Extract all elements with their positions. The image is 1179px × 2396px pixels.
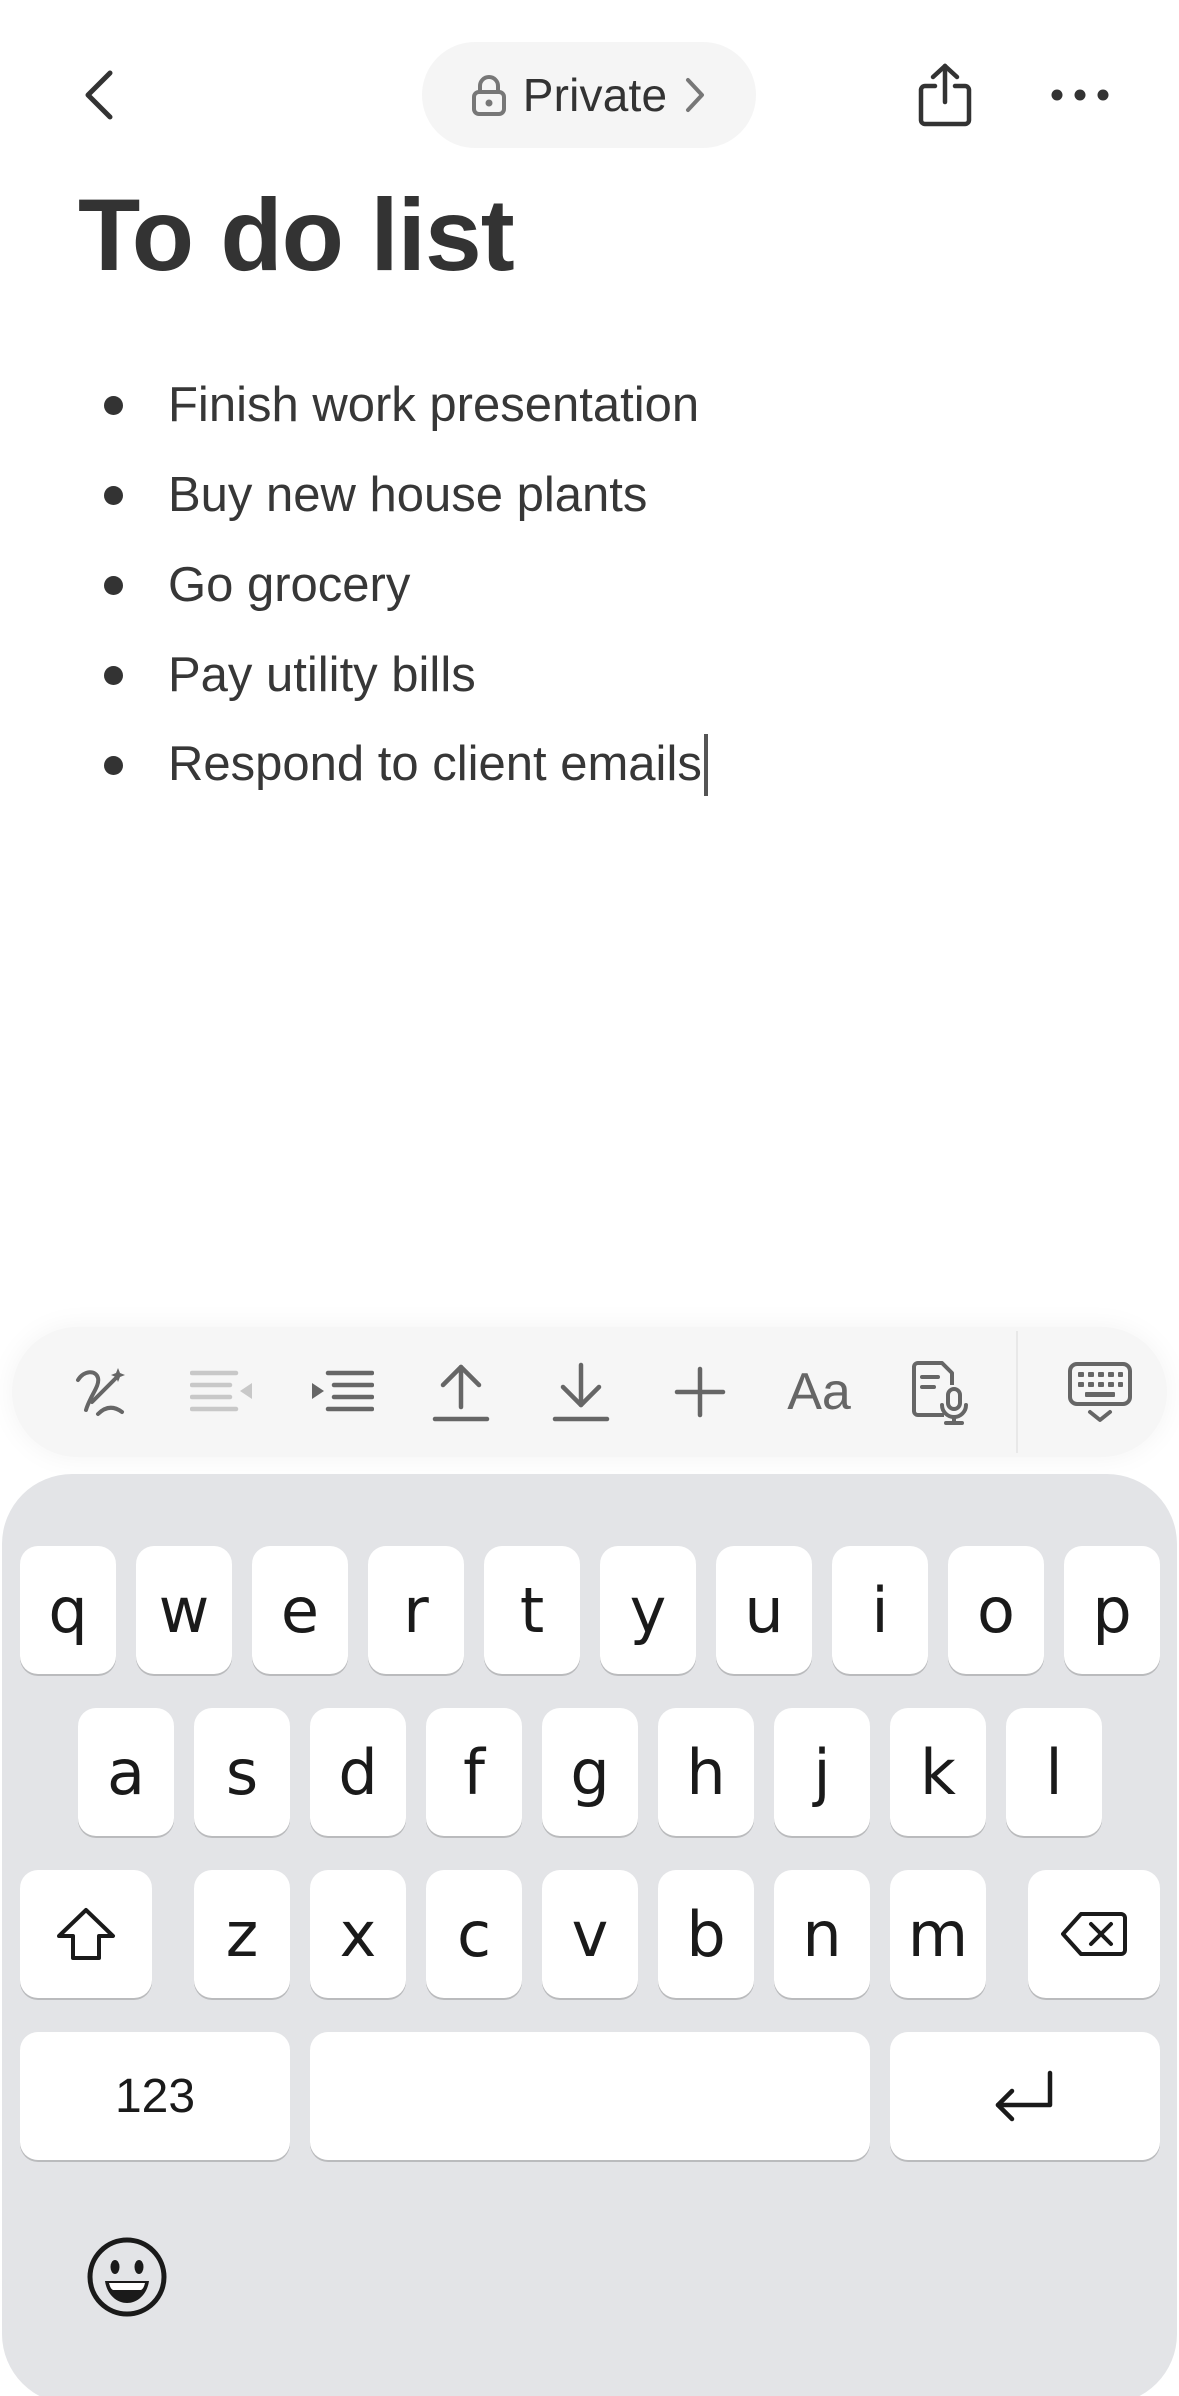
key-y[interactable]: y — [600, 1546, 696, 1674]
bullet-icon — [104, 395, 123, 415]
numbers-key-label: 123 — [114, 2069, 196, 2123]
list-item-text[interactable]: Pay utility bills — [168, 645, 476, 705]
backspace-key[interactable] — [1028, 1870, 1160, 1998]
text-format-icon: Aa — [787, 1363, 851, 1421]
move-down-button[interactable] — [536, 1347, 626, 1437]
more-options-button[interactable] — [1035, 55, 1125, 135]
privacy-selector[interactable]: Private — [422, 42, 756, 148]
lock-icon — [471, 75, 506, 116]
key-l[interactable]: l — [1006, 1708, 1102, 1836]
shift-key[interactable] — [20, 1870, 152, 1998]
key-s[interactable]: s — [194, 1708, 290, 1836]
space-key[interactable] — [310, 2032, 870, 2160]
share-button[interactable] — [900, 50, 990, 140]
key-k[interactable]: k — [890, 1708, 986, 1836]
key-o[interactable]: o — [948, 1546, 1044, 1674]
text-format-button[interactable]: Aa — [774, 1347, 864, 1437]
bullet-icon — [104, 485, 123, 505]
bullet-icon — [104, 575, 123, 595]
key-j[interactable]: j — [774, 1708, 870, 1836]
outdent-button[interactable] — [177, 1347, 267, 1437]
key-p[interactable]: p — [1064, 1546, 1160, 1674]
indent-icon — [312, 1370, 374, 1412]
key-e[interactable]: e — [252, 1546, 348, 1674]
ai-write-button[interactable] — [57, 1347, 147, 1437]
chevron-left-icon — [85, 70, 113, 120]
key-f[interactable]: f — [426, 1708, 522, 1836]
outdent-icon — [190, 1370, 252, 1412]
key-m[interactable]: m — [890, 1870, 986, 1998]
bullet-icon — [104, 755, 123, 775]
on-screen-keyboard: q w e r t y u i o p a s d f g h j k l z … — [2, 1474, 1177, 2396]
ellipsis-icon — [1051, 89, 1109, 101]
move-up-icon — [432, 1364, 490, 1422]
list-item-text: Respond to client emails — [168, 737, 702, 792]
hide-keyboard-button[interactable] — [1055, 1347, 1145, 1437]
list-item-text-active[interactable]: Respond to client emails — [168, 733, 708, 796]
key-z[interactable]: z — [194, 1870, 290, 1998]
key-h[interactable]: h — [658, 1708, 754, 1836]
chevron-right-icon — [686, 78, 705, 112]
note-editor-screen: Private To do list Finish work presentat… — [0, 0, 1179, 2396]
hide-keyboard-icon — [1068, 1362, 1132, 1422]
key-d[interactable]: d — [310, 1708, 406, 1836]
key-r[interactable]: r — [368, 1546, 464, 1674]
key-t[interactable]: t — [484, 1546, 580, 1674]
insert-button[interactable] — [655, 1347, 745, 1437]
key-g[interactable]: g — [542, 1708, 638, 1836]
list-item-text[interactable]: Buy new house plants — [168, 465, 647, 525]
share-icon — [918, 63, 972, 127]
page-title[interactable]: To do list — [78, 170, 515, 300]
key-i[interactable]: i — [832, 1546, 928, 1674]
toolbar-divider — [1016, 1331, 1018, 1453]
ai-write-icon — [76, 1368, 125, 1416]
return-key[interactable] — [890, 2032, 1160, 2160]
bullet-icon — [104, 665, 123, 685]
insert-plus-icon — [674, 1366, 726, 1418]
text-cursor — [703, 733, 708, 796]
back-button[interactable] — [60, 55, 140, 135]
voice-note-icon — [912, 1361, 968, 1425]
key-x[interactable]: x — [310, 1870, 406, 1998]
emoji-button[interactable] — [82, 2232, 172, 2322]
key-c[interactable]: c — [426, 1870, 522, 1998]
shift-icon — [57, 1908, 115, 1960]
return-icon — [995, 2070, 1053, 2122]
move-down-icon — [552, 1362, 610, 1422]
key-u[interactable]: u — [716, 1546, 812, 1674]
key-q[interactable]: q — [20, 1546, 116, 1674]
privacy-label: Private — [522, 69, 668, 121]
key-n[interactable]: n — [774, 1870, 870, 1998]
key-v[interactable]: v — [542, 1870, 638, 1998]
backspace-icon — [1061, 1912, 1127, 1956]
voice-note-button[interactable] — [894, 1347, 984, 1437]
list-item-text[interactable]: Finish work presentation — [168, 375, 699, 435]
move-up-button[interactable] — [416, 1347, 506, 1437]
indent-button[interactable] — [297, 1347, 387, 1437]
key-w[interactable]: w — [136, 1546, 232, 1674]
emoji-icon — [87, 2237, 167, 2317]
key-a[interactable]: a — [78, 1708, 174, 1836]
numbers-key[interactable]: 123 — [20, 2032, 290, 2160]
key-b[interactable]: b — [658, 1870, 754, 1998]
list-item-text[interactable]: Go grocery — [168, 555, 410, 615]
format-toolbar: Aa — [12, 1327, 1167, 1457]
